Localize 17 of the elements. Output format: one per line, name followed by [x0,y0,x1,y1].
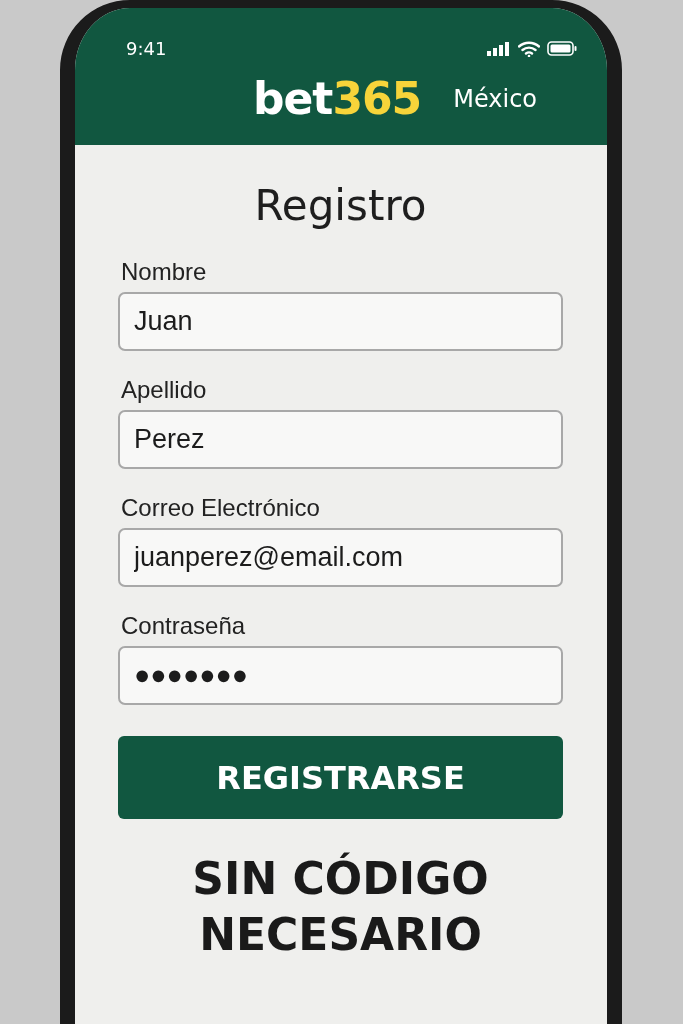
input-field[interactable]: Perez [118,410,563,469]
input-field[interactable]: ●●●●●●● [118,646,563,705]
tagline: SIN CÓDIGO NECESARIO [191,851,490,962]
field-label: Apellido [121,376,208,404]
field-label: Contraseña [121,612,247,640]
register-button[interactable]: REGISTRARSE [118,736,563,819]
brand-logo: bet365 [253,73,422,124]
field-label: Correo Electrónico [121,494,321,522]
status-time: 9:41 [126,38,167,59]
signal-icon [487,41,511,56]
input-field[interactable]: Juan [118,292,563,351]
wifi-icon [518,40,540,57]
battery-icon [547,41,577,56]
region-label: México [453,84,538,113]
form-title: Registro [253,181,428,230]
input-field[interactable]: juanperez@email.com [118,528,563,587]
field-label: Nombre [121,258,208,286]
